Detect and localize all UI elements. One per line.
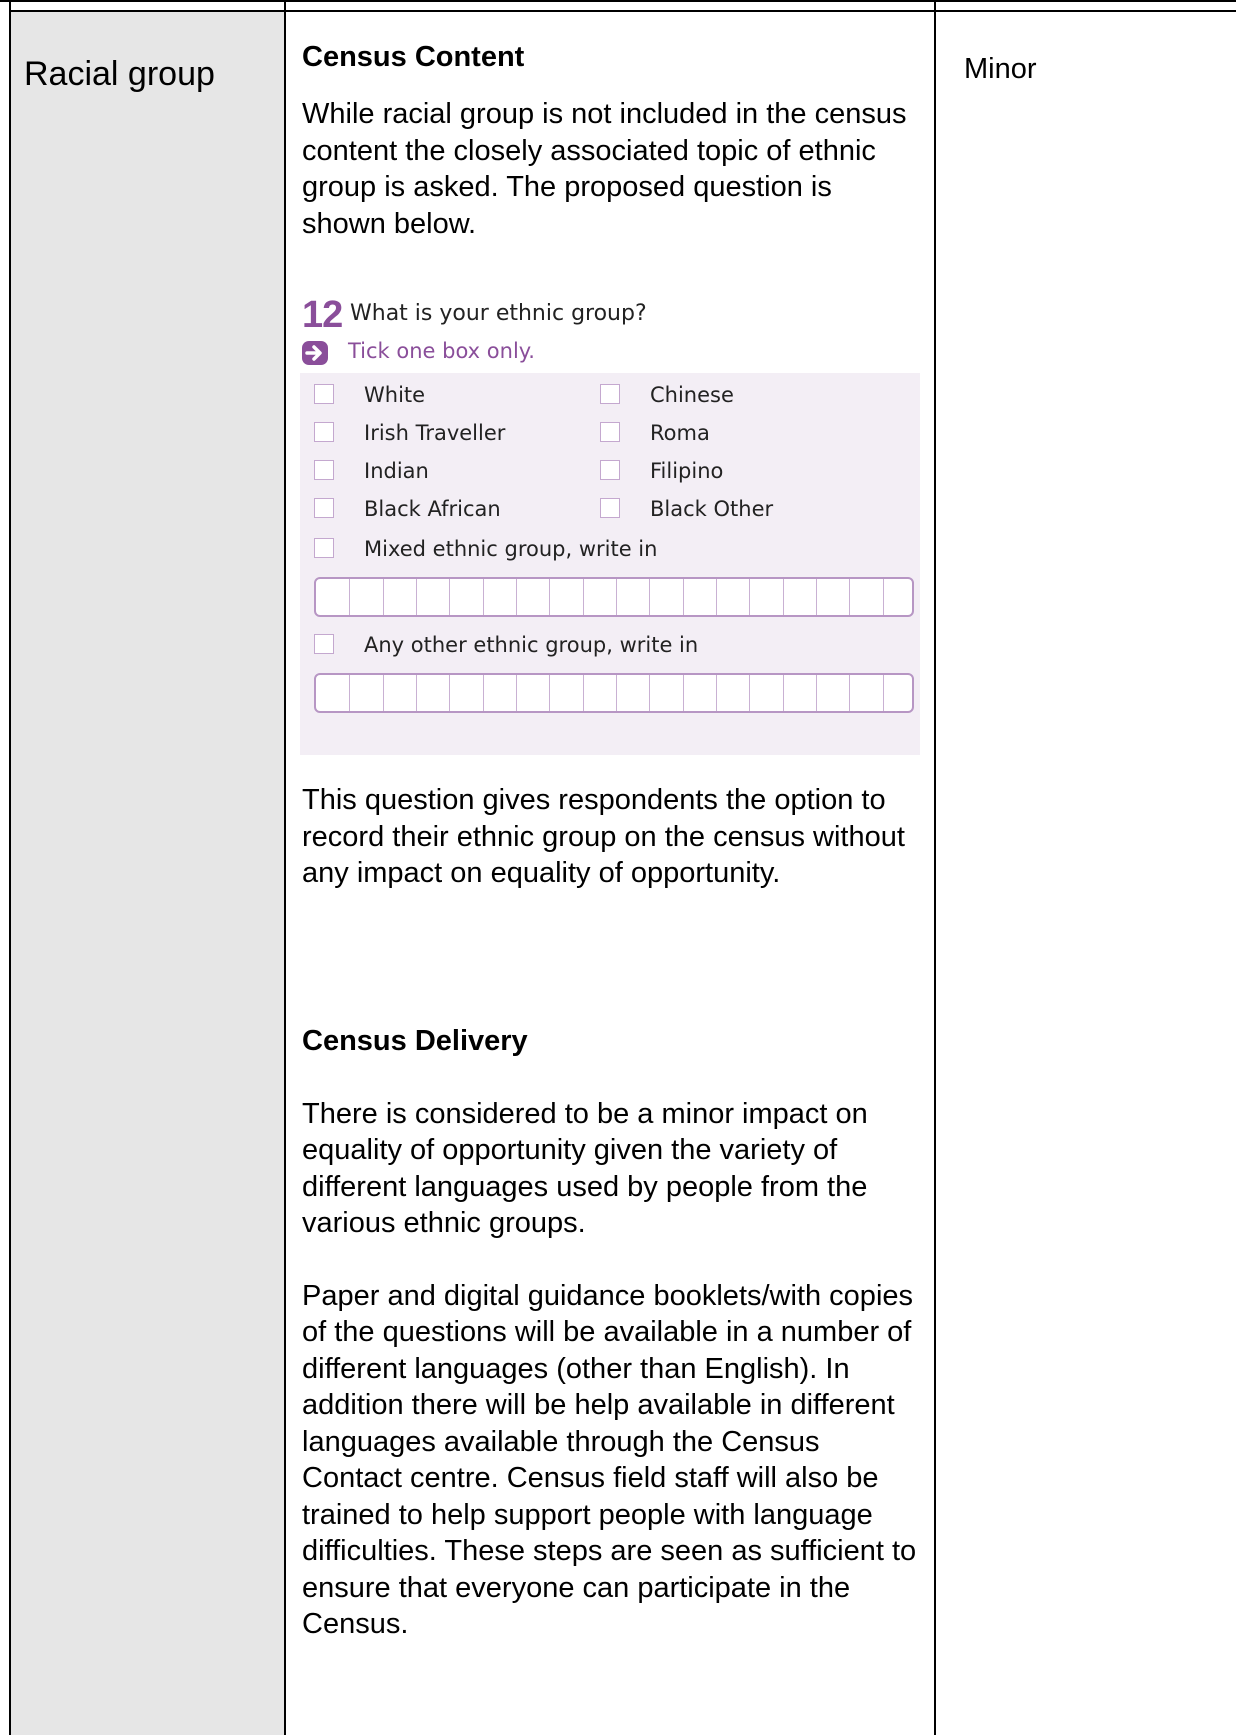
checkbox[interactable]: [314, 538, 334, 558]
write-in-cell-divider: [583, 579, 584, 615]
write-in-cell-divider: [849, 675, 850, 711]
write-in-cell-divider: [849, 579, 850, 615]
option-label: Filipino: [650, 459, 724, 483]
census-content-heading: Census Content: [302, 41, 525, 73]
topic-column: [10, 11, 284, 1735]
option-label: Chinese: [650, 383, 734, 407]
write-in-cell-divider: [549, 579, 550, 615]
census-delivery-para1: There is considered to be a minor impact…: [302, 1097, 868, 1240]
write-in-cell-divider: [383, 579, 384, 615]
checkbox[interactable]: [314, 634, 334, 654]
write-in-cell-divider: [449, 579, 450, 615]
write-in-cell-divider: [483, 579, 484, 615]
ethnic-group-question-figure: 12 What is your ethnic group? Tick one b…: [300, 295, 920, 755]
write-in-cell-divider: [783, 675, 784, 711]
instruction-text: Tick one box only.: [348, 339, 535, 363]
mixed-write-in-field[interactable]: [314, 577, 914, 617]
write-in-cell-divider: [683, 579, 684, 615]
checkbox[interactable]: [600, 460, 620, 480]
write-in-cell-divider: [816, 675, 817, 711]
write-in-cell-divider: [516, 675, 517, 711]
options-panel: White Chinese Irish Traveller Roma India…: [300, 373, 920, 755]
option-label: Indian: [364, 459, 429, 483]
checkbox[interactable]: [314, 460, 334, 480]
option-label: Mixed ethnic group, write in: [364, 537, 658, 561]
write-in-cell-divider: [449, 675, 450, 711]
row-top-border: [9, 10, 1236, 12]
column-divider-1: [284, 0, 286, 1735]
checkbox[interactable]: [600, 498, 620, 518]
option-label: Irish Traveller: [364, 421, 506, 445]
write-in-cell-divider: [416, 675, 417, 711]
description-column: Census Content While racial group is not…: [302, 30, 922, 242]
other-write-in-field[interactable]: [314, 673, 914, 713]
impact-level: Minor: [964, 53, 1037, 85]
census-delivery-para2: Paper and digital guidance booklets/with…: [302, 1279, 917, 1641]
write-in-cell-divider: [649, 675, 650, 711]
checkbox[interactable]: [314, 384, 334, 404]
write-in-cell-divider: [883, 579, 884, 615]
write-in-cell-divider: [783, 579, 784, 615]
question-number: 12: [302, 294, 343, 336]
question-text: What is your ethnic group?: [350, 301, 647, 326]
write-in-cell-divider: [583, 675, 584, 711]
topic-label: Racial group: [24, 55, 215, 93]
write-in-cell-divider: [549, 675, 550, 711]
write-in-cell-divider: [749, 579, 750, 615]
table-top-border: [0, 0, 1236, 2]
write-in-cell-divider: [683, 675, 684, 711]
write-in-cell-divider: [716, 675, 717, 711]
write-in-cell-divider: [749, 675, 750, 711]
checkbox[interactable]: [314, 422, 334, 442]
write-in-cell-divider: [349, 579, 350, 615]
census-delivery-heading: Census Delivery: [302, 1024, 528, 1057]
write-in-cell-divider: [616, 579, 617, 615]
option-label: Any other ethnic group, write in: [364, 633, 699, 657]
write-in-cell-divider: [649, 579, 650, 615]
write-in-cell-divider: [349, 675, 350, 711]
write-in-cell-divider: [483, 675, 484, 711]
description-column-lower: This question gives respondents the opti…: [302, 760, 922, 1643]
option-label: Black African: [364, 497, 501, 521]
census-content-intro: While racial group is not included in th…: [302, 98, 907, 240]
column-divider-2: [934, 0, 936, 1735]
option-label: White: [364, 383, 426, 407]
write-in-cell-divider: [383, 675, 384, 711]
write-in-cell-divider: [716, 579, 717, 615]
write-in-cell-divider: [416, 579, 417, 615]
write-in-cell-divider: [816, 579, 817, 615]
checkbox[interactable]: [600, 422, 620, 442]
write-in-cell-divider: [516, 579, 517, 615]
table-left-border: [9, 0, 11, 1735]
checkbox[interactable]: [314, 498, 334, 518]
census-content-after: This question gives respondents the opti…: [302, 784, 905, 889]
write-in-cell-divider: [883, 675, 884, 711]
arrow-right-icon: [302, 341, 328, 365]
option-label: Black Other: [650, 497, 774, 521]
write-in-cell-divider: [616, 675, 617, 711]
checkbox[interactable]: [600, 384, 620, 404]
option-label: Roma: [650, 421, 710, 445]
